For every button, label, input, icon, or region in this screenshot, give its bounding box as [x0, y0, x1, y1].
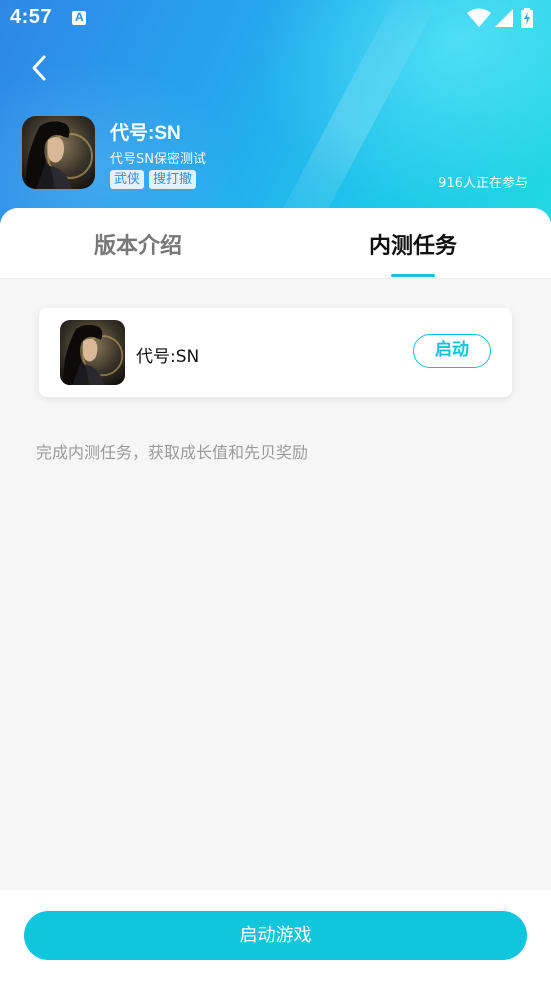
status-time: 4:57: [10, 6, 53, 28]
tab-version-intro[interactable]: 版本介绍: [38, 228, 238, 260]
task-hint-text: 完成内测任务，获取成长值和先贝奖励: [36, 443, 309, 462]
battery-charging-icon: [521, 8, 533, 28]
tab-active-indicator: [391, 274, 435, 277]
app-icon: [22, 116, 95, 189]
back-button[interactable]: [22, 50, 58, 86]
task-card: 代号:SN 启动: [39, 308, 512, 397]
tag: 搜打撤: [149, 170, 197, 189]
bottom-bar: 启动游戏: [0, 890, 551, 981]
launch-button[interactable]: 启动: [413, 334, 491, 368]
status-icons: [467, 8, 541, 28]
task-app-name: 代号:SN: [136, 347, 200, 367]
signal-icon: [495, 9, 513, 27]
tag: 武侠: [110, 170, 145, 189]
wifi-icon: [467, 8, 491, 27]
app-subtitle: 代号SN保密测试: [110, 152, 206, 167]
tag-list: 武侠 搜打撤: [110, 170, 197, 189]
status-bar: 4:57: [0, 0, 551, 36]
chevron-left-icon: [32, 55, 46, 81]
participants-count: 916人正在参与: [438, 176, 528, 191]
tab-bar: 版本介绍 内测任务: [0, 208, 551, 279]
content-panel: 版本介绍 内测任务 代号:SN 启动 完成内测任务，获取成长值和先贝奖励: [0, 208, 551, 890]
tab-beta-tasks[interactable]: 内测任务: [313, 228, 513, 260]
start-game-button[interactable]: 启动游戏: [24, 911, 527, 960]
a-icon: [72, 10, 86, 25]
app-name: 代号:SN: [110, 123, 181, 144]
task-app-icon: [60, 320, 125, 385]
